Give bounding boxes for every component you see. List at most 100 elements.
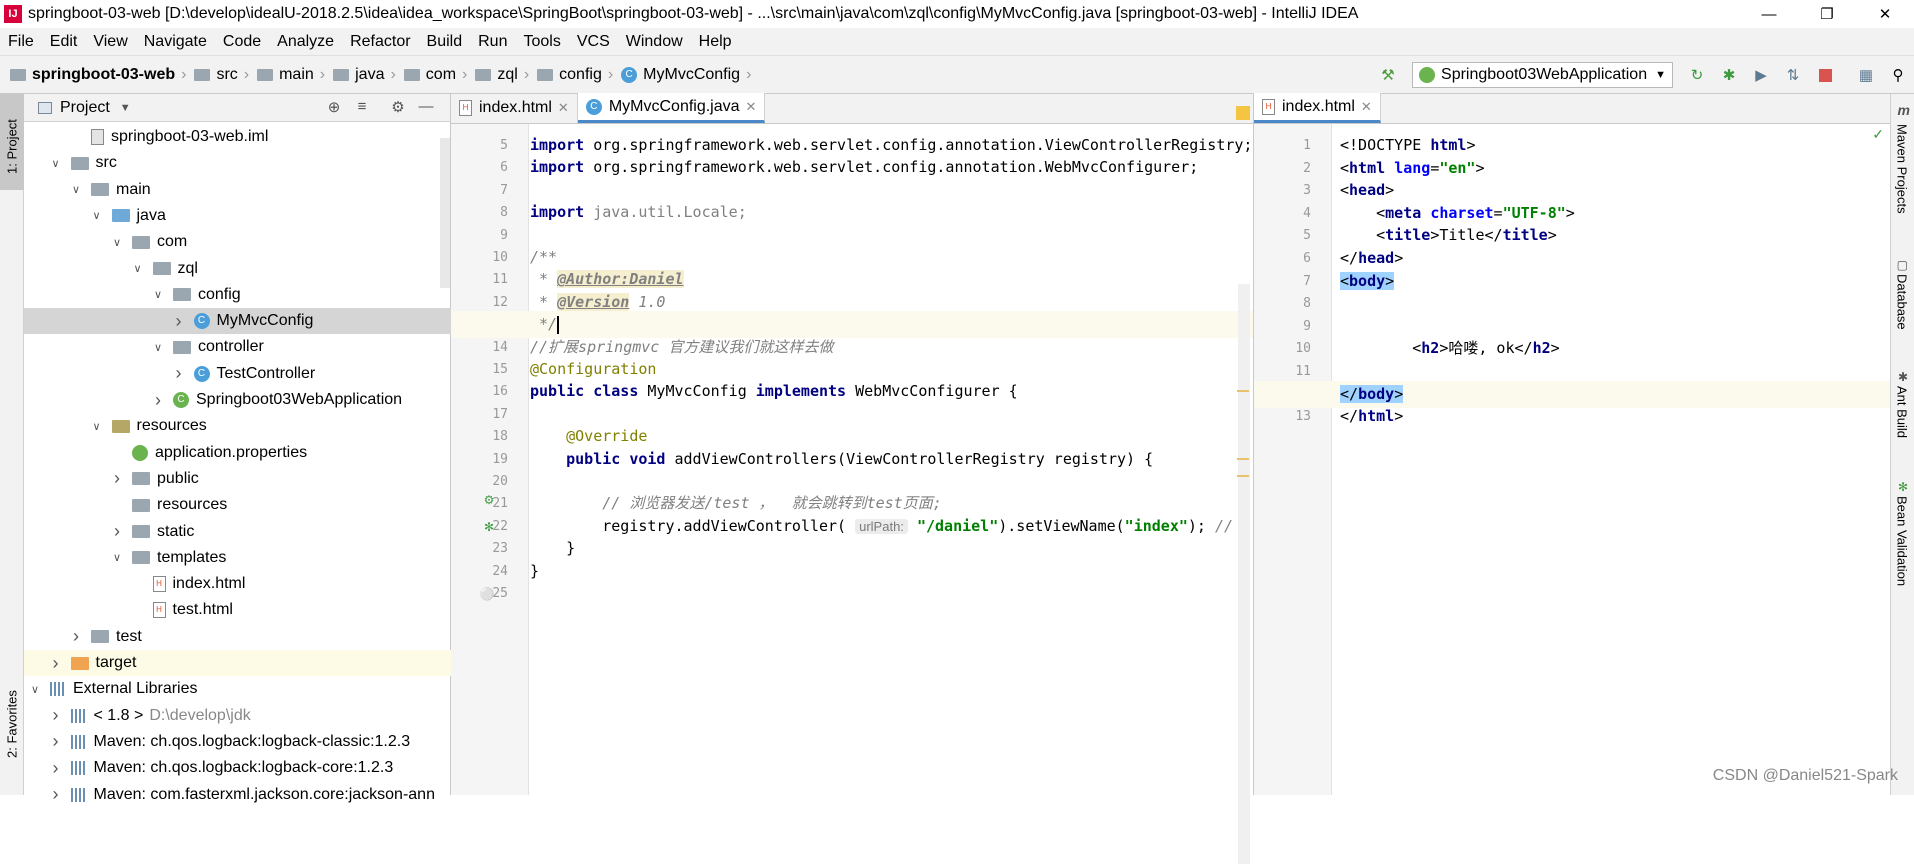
menu-code[interactable]: Code [215, 33, 269, 51]
build-hammer-icon[interactable]: ⚒ [1377, 64, 1399, 86]
tree-row[interactable]: ›static [24, 519, 451, 545]
menu-navigate[interactable]: Navigate [136, 33, 215, 51]
chevron-down-icon[interactable]: ▼ [120, 102, 131, 114]
tree-row[interactable]: ∨main [24, 177, 451, 203]
html-code-area[interactable]: <!DOCTYPE html><html lang="en"><head> <m… [1340, 124, 1890, 795]
tree-row[interactable]: ∨config [24, 282, 451, 308]
collapsed-arrow-icon[interactable]: › [49, 705, 63, 726]
hide-panel-icon[interactable]: — [412, 98, 440, 116]
coverage-icon[interactable]: ▶ [1750, 64, 1772, 86]
collapsed-arrow-icon[interactable]: › [49, 731, 63, 752]
project-tool-tab[interactable]: 1: Project [2, 102, 22, 192]
close-tab-icon[interactable]: ✕ [558, 100, 569, 116]
debug-icon[interactable]: ✱ [1718, 64, 1740, 86]
expanded-arrow-icon[interactable]: ∨ [110, 551, 124, 564]
tree-row[interactable]: ›test [24, 624, 451, 650]
bean-gutter-icon[interactable]: ⚙ [481, 492, 497, 508]
tree-row[interactable]: resources [24, 492, 451, 518]
expanded-arrow-icon[interactable]: ∨ [131, 262, 145, 275]
spring-gutter-icon[interactable]: ✻ [481, 519, 497, 535]
minimize-button[interactable]: — [1740, 0, 1798, 28]
tree-row[interactable]: ∨zql [24, 256, 451, 282]
expanded-arrow-icon[interactable]: ∨ [151, 288, 165, 301]
tree-row[interactable]: ∨src [24, 150, 451, 176]
tree-row[interactable]: ›CSpringboot03WebApplication [24, 387, 451, 413]
menu-run[interactable]: Run [470, 33, 515, 51]
menu-file[interactable]: File [0, 33, 42, 51]
collapsed-arrow-icon[interactable]: › [172, 311, 186, 332]
project-panel-title[interactable]: Project [60, 99, 110, 117]
tree-row[interactable]: ›public [24, 466, 451, 492]
editor-tab[interactable]: index.html✕ [451, 93, 578, 123]
run-config-select[interactable]: Springboot03WebApplication ▼ [1412, 62, 1673, 88]
tree-row[interactable]: ›Maven: ch.qos.logback:logback-core:1.2.… [24, 755, 451, 781]
expanded-arrow-icon[interactable]: ∨ [69, 183, 83, 196]
profile-icon[interactable]: ⇅ [1782, 64, 1804, 86]
database-tool-tab[interactable]: Database [1892, 274, 1912, 364]
expanded-arrow-icon[interactable]: ∨ [49, 157, 63, 170]
tree-row[interactable]: ∨templates [24, 545, 451, 571]
expanded-arrow-icon[interactable]: ∨ [90, 420, 104, 433]
favorites-tool-tab[interactable]: 2: Favorites [2, 664, 22, 784]
breadcrumb-item[interactable]: springboot-03-web› [6, 66, 190, 84]
tree-row[interactable]: application.properties [24, 440, 451, 466]
code-line[interactable]: </html> [1340, 403, 1890, 430]
breadcrumb-item[interactable]: config› [533, 66, 617, 84]
bean-validation-tool-tab[interactable]: Bean Validation [1892, 496, 1912, 616]
editor-tab[interactable]: CMyMvcConfig.java✕ [578, 93, 766, 123]
collapsed-arrow-icon[interactable]: › [49, 758, 63, 779]
tree-row[interactable]: ∨controller [24, 334, 451, 360]
tree-row[interactable]: ∨java [24, 203, 451, 229]
editor-tab[interactable]: index.html✕ [1254, 93, 1381, 123]
collapsed-arrow-icon[interactable]: › [69, 626, 83, 647]
close-tab-icon[interactable]: ✕ [1361, 99, 1372, 115]
breadcrumb-item[interactable]: CMyMvcConfig› [617, 66, 755, 84]
tree-row[interactable]: ›< 1.8 >D:\develop\jdk [24, 703, 451, 729]
tree-scrollbar[interactable] [440, 138, 450, 288]
breadcrumb-item[interactable]: main› [253, 66, 329, 84]
collapsed-arrow-icon[interactable]: › [151, 390, 165, 411]
gear-icon[interactable]: ⚙ [384, 98, 412, 116]
ant-build-tool-tab[interactable]: Ant Build [1892, 386, 1912, 466]
stop-icon[interactable] [1814, 64, 1836, 86]
menu-build[interactable]: Build [419, 33, 471, 51]
menu-edit[interactable]: Edit [42, 33, 86, 51]
code-line[interactable] [530, 580, 1253, 607]
expanded-arrow-icon[interactable]: ∨ [90, 209, 104, 222]
menu-vcs[interactable]: VCS [569, 33, 618, 51]
collapsed-arrow-icon[interactable]: › [110, 521, 124, 542]
collapse-all-icon[interactable]: ≡ [348, 98, 376, 116]
menu-refactor[interactable]: Refactor [342, 33, 418, 51]
menu-analyze[interactable]: Analyze [269, 33, 342, 51]
breadcrumb-item[interactable]: src› [190, 66, 253, 84]
menu-view[interactable]: View [85, 33, 135, 51]
menu-help[interactable]: Help [691, 33, 740, 51]
tree-row[interactable]: test.html [24, 597, 451, 623]
breadcrumb-item[interactable]: com› [400, 66, 472, 84]
collapsed-arrow-icon[interactable]: › [172, 363, 186, 384]
inspection-warning-icon[interactable] [1236, 106, 1250, 120]
java-code-area[interactable]: import org.springframework.web.servlet.c… [530, 124, 1253, 795]
tree-row[interactable]: ∨resources [24, 413, 451, 439]
close-tab-icon[interactable]: ✕ [746, 99, 757, 115]
close-window-button[interactable]: ✕ [1856, 0, 1914, 28]
tree-row[interactable]: ›Maven: ch.qos.logback:logback-classic:1… [24, 729, 451, 755]
locate-icon[interactable]: ⊕ [320, 98, 348, 116]
expanded-arrow-icon[interactable]: ∨ [28, 683, 42, 696]
restore-button[interactable]: ❐ [1798, 0, 1856, 28]
expanded-arrow-icon[interactable]: ∨ [110, 236, 124, 249]
editor-scrollbar[interactable] [1238, 284, 1250, 864]
tree-row[interactable]: ›CMyMvcConfig [24, 308, 451, 334]
tree-row[interactable]: index.html [24, 571, 451, 597]
tree-row[interactable]: ∨com [24, 229, 451, 255]
breadcrumb-item[interactable]: zql› [471, 66, 533, 84]
breadcrumb-item[interactable]: java› [329, 66, 400, 84]
collapsed-arrow-icon[interactable]: › [110, 468, 124, 489]
tree-row[interactable]: springboot-03-web.iml [24, 124, 451, 150]
expanded-arrow-icon[interactable]: ∨ [151, 341, 165, 354]
tree-row[interactable]: ›target [24, 650, 451, 676]
collapsed-arrow-icon[interactable]: › [49, 653, 63, 674]
menu-window[interactable]: Window [618, 33, 691, 51]
tree-row[interactable]: ∨External Libraries [24, 676, 451, 702]
search-everywhere-icon[interactable]: ⚲ [1887, 64, 1909, 86]
